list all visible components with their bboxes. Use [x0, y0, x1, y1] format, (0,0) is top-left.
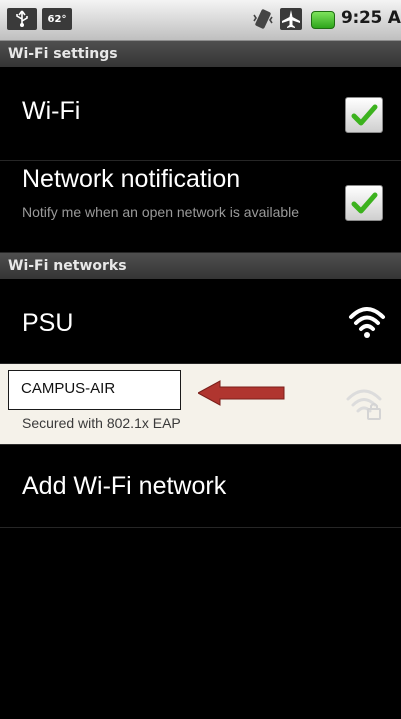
airplane-mode-icon	[280, 8, 302, 30]
network-notification-description: Notify me when an open network is availa…	[22, 204, 300, 220]
clock: 9:25 AM	[341, 8, 401, 28]
checkmark-icon	[351, 104, 378, 126]
network-item-campus-air[interactable]: CAMPUS-AIR Secured with 802.1x EAP	[0, 364, 401, 445]
vibrate-icon	[252, 7, 274, 31]
status-bar: 62° 9:25 AM	[0, 0, 401, 41]
wifi-signal-icon	[349, 307, 385, 338]
network-item-psu[interactable]: PSU	[0, 279, 401, 364]
section-header-wifi-networks: Wi-Fi networks	[0, 253, 401, 279]
wifi-checkbox[interactable]	[345, 97, 383, 133]
network-name: CAMPUS-AIR	[8, 370, 181, 410]
temperature-icon: 62°	[42, 8, 72, 30]
network-security: Secured with 802.1x EAP	[22, 415, 181, 431]
network-notification-label: Network notification	[22, 165, 241, 193]
wifi-toggle-label: Wi-Fi	[22, 97, 81, 125]
battery-icon	[311, 11, 335, 29]
phone-screen: 62° 9:25 AM Wi-Fi settings Wi-Fi Network…	[0, 0, 401, 719]
network-name: PSU	[22, 309, 74, 337]
section-header-wifi-settings: Wi-Fi settings	[0, 41, 401, 67]
annotation-arrow-icon	[198, 380, 285, 406]
wifi-toggle-row[interactable]: Wi-Fi	[0, 67, 401, 161]
wifi-secured-signal-icon	[346, 389, 382, 420]
add-wifi-network-label: Add Wi-Fi network	[22, 472, 227, 500]
usb-icon	[7, 8, 37, 30]
checkmark-icon	[351, 192, 378, 214]
add-wifi-network-row[interactable]: Add Wi-Fi network	[0, 445, 401, 528]
network-notification-row[interactable]: Network notification Notify me when an o…	[0, 161, 401, 253]
network-notification-checkbox[interactable]	[345, 185, 383, 221]
